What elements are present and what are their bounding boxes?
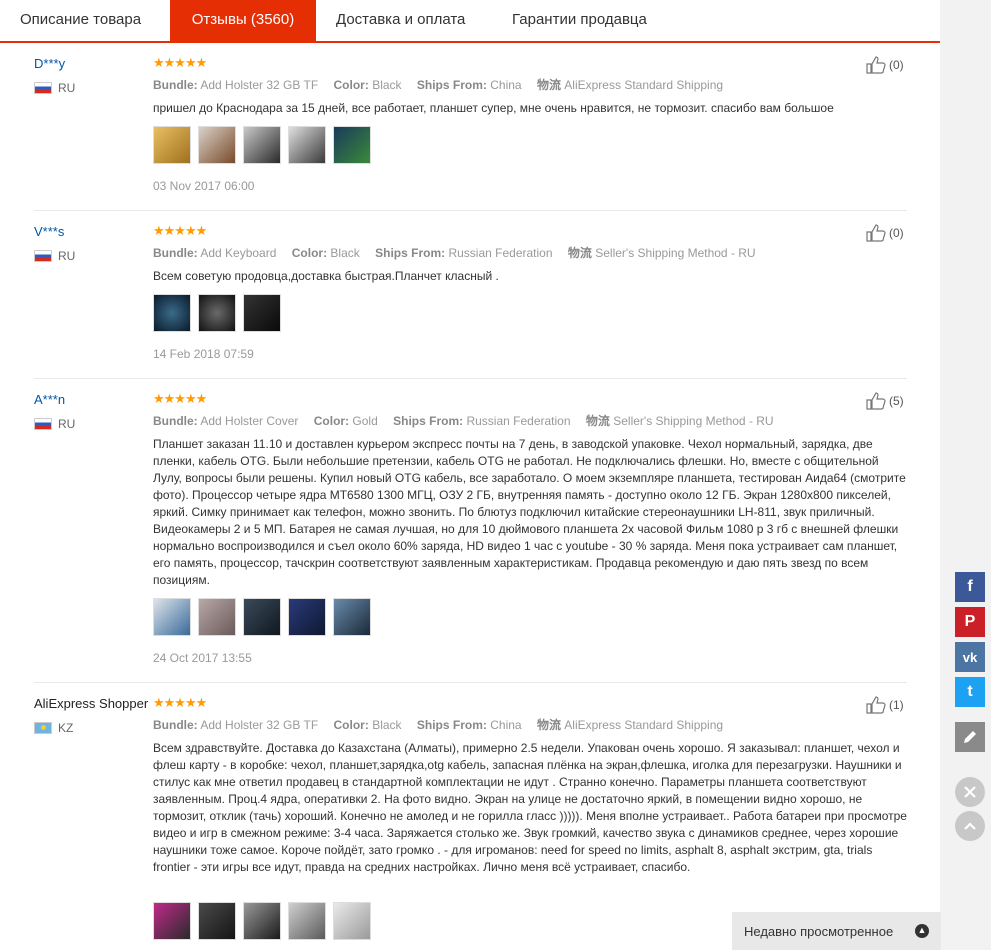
pencil-icon bbox=[964, 731, 976, 743]
review-photo[interactable] bbox=[333, 902, 371, 940]
thumbs-up-icon bbox=[866, 392, 886, 410]
twitter-share-button[interactable]: t bbox=[955, 677, 985, 707]
review-photo[interactable] bbox=[333, 598, 371, 636]
helpful-button[interactable]: (5) bbox=[866, 392, 904, 410]
tab-guarantees[interactable]: Гарантии продавца bbox=[512, 0, 647, 41]
review-photo[interactable] bbox=[333, 126, 371, 164]
review-photo[interactable] bbox=[288, 126, 326, 164]
review-text: пришел до Краснодара за 15 дней, все раб… bbox=[153, 101, 834, 115]
twitter-icon: t bbox=[967, 683, 973, 700]
review-photos bbox=[153, 294, 281, 332]
chevron-up-icon: ▲ bbox=[915, 924, 929, 938]
review-photo[interactable] bbox=[153, 598, 191, 636]
tab-delivery[interactable]: Доставка и оплата bbox=[336, 0, 465, 41]
review-photos bbox=[153, 598, 371, 636]
review-photo[interactable] bbox=[243, 294, 281, 332]
review-photo[interactable] bbox=[153, 126, 191, 164]
review-divider bbox=[34, 682, 907, 683]
review-date: 14 Feb 2018 07:59 bbox=[153, 347, 254, 361]
reviewer-name[interactable]: V***s bbox=[34, 224, 64, 239]
review-photos bbox=[153, 126, 371, 164]
review-photo[interactable] bbox=[288, 902, 326, 940]
reviewer-country: RU bbox=[34, 81, 75, 95]
tab-description[interactable]: Описание товара bbox=[20, 0, 141, 41]
review-meta: Bundle: Add Keyboard Color: Black Ships … bbox=[153, 246, 756, 260]
review-photo[interactable] bbox=[198, 126, 236, 164]
review-divider bbox=[34, 210, 907, 211]
review-photo[interactable] bbox=[243, 598, 281, 636]
close-icon bbox=[964, 786, 976, 798]
tab-reviews[interactable]: Отзывы (3560) bbox=[170, 0, 316, 43]
thumbs-up-icon bbox=[866, 224, 886, 242]
review-photo[interactable] bbox=[153, 294, 191, 332]
right-gutter bbox=[940, 0, 991, 950]
review-photo[interactable] bbox=[243, 126, 281, 164]
flag-ru-icon bbox=[34, 250, 52, 262]
star-rating: ★★★★★ bbox=[153, 695, 207, 710]
edit-button[interactable] bbox=[955, 722, 985, 752]
review-photo[interactable] bbox=[198, 902, 236, 940]
recently-viewed-label: Недавно просмотренное bbox=[744, 923, 894, 939]
star-rating: ★★★★★ bbox=[153, 223, 207, 238]
review-photo[interactable] bbox=[198, 598, 236, 636]
review-meta: Bundle: Add Holster 32 GB TF Color: Blac… bbox=[153, 718, 724, 732]
flag-kz-icon bbox=[34, 722, 52, 734]
review-text: Всем здравствуйте. Доставка до Казахстан… bbox=[153, 741, 907, 874]
review-meta: Bundle: Add Holster 32 GB TF Color: Blac… bbox=[153, 78, 724, 92]
review-meta: Bundle: Add Holster Cover Color: Gold Sh… bbox=[153, 414, 774, 428]
reviewer-country: KZ bbox=[34, 721, 73, 735]
helpful-button[interactable]: (0) bbox=[866, 224, 904, 242]
close-button[interactable] bbox=[955, 777, 985, 807]
review-photo[interactable] bbox=[288, 598, 326, 636]
flag-ru-icon bbox=[34, 418, 52, 430]
tab-bar: Описание товара Отзывы (3560) Доставка и… bbox=[0, 0, 940, 43]
review-date: 24 Oct 2017 13:55 bbox=[153, 651, 252, 665]
chevron-up-icon bbox=[964, 822, 976, 830]
helpful-button[interactable]: (0) bbox=[866, 56, 904, 74]
facebook-icon: f bbox=[967, 578, 973, 595]
recently-viewed-bar[interactable]: Недавно просмотренное ▲ bbox=[732, 912, 941, 950]
star-rating: ★★★★★ bbox=[153, 55, 207, 70]
reviewer-country: RU bbox=[34, 417, 75, 431]
review-text: Всем советую продовца,доставка быстрая.П… bbox=[153, 269, 499, 283]
thumbs-up-icon bbox=[866, 56, 886, 74]
reviewer-name: AliExpress Shopper bbox=[34, 696, 149, 711]
flag-ru-icon bbox=[34, 82, 52, 94]
review-divider bbox=[34, 378, 907, 379]
review-photo[interactable] bbox=[153, 902, 191, 940]
helpful-button[interactable]: (1) bbox=[866, 696, 904, 714]
review-text: Планшет заказан 11.10 и доставлен курьер… bbox=[153, 437, 906, 587]
vk-share-button[interactable]: vk bbox=[955, 642, 985, 672]
pinterest-icon: P bbox=[964, 613, 976, 630]
review-photos bbox=[153, 902, 371, 940]
review-photo[interactable] bbox=[243, 902, 281, 940]
thumbs-up-icon bbox=[866, 696, 886, 714]
review-photo[interactable] bbox=[198, 294, 236, 332]
scroll-top-button[interactable] bbox=[955, 811, 985, 841]
review-date: 03 Nov 2017 06:00 bbox=[153, 179, 255, 193]
vk-icon: vk bbox=[962, 649, 978, 665]
reviewer-country: RU bbox=[34, 249, 75, 263]
star-rating: ★★★★★ bbox=[153, 391, 207, 406]
reviewer-name[interactable]: D***y bbox=[34, 56, 65, 71]
reviewer-name[interactable]: A***n bbox=[34, 392, 65, 407]
pinterest-share-button[interactable]: P bbox=[955, 607, 985, 637]
facebook-share-button[interactable]: f bbox=[955, 572, 985, 602]
